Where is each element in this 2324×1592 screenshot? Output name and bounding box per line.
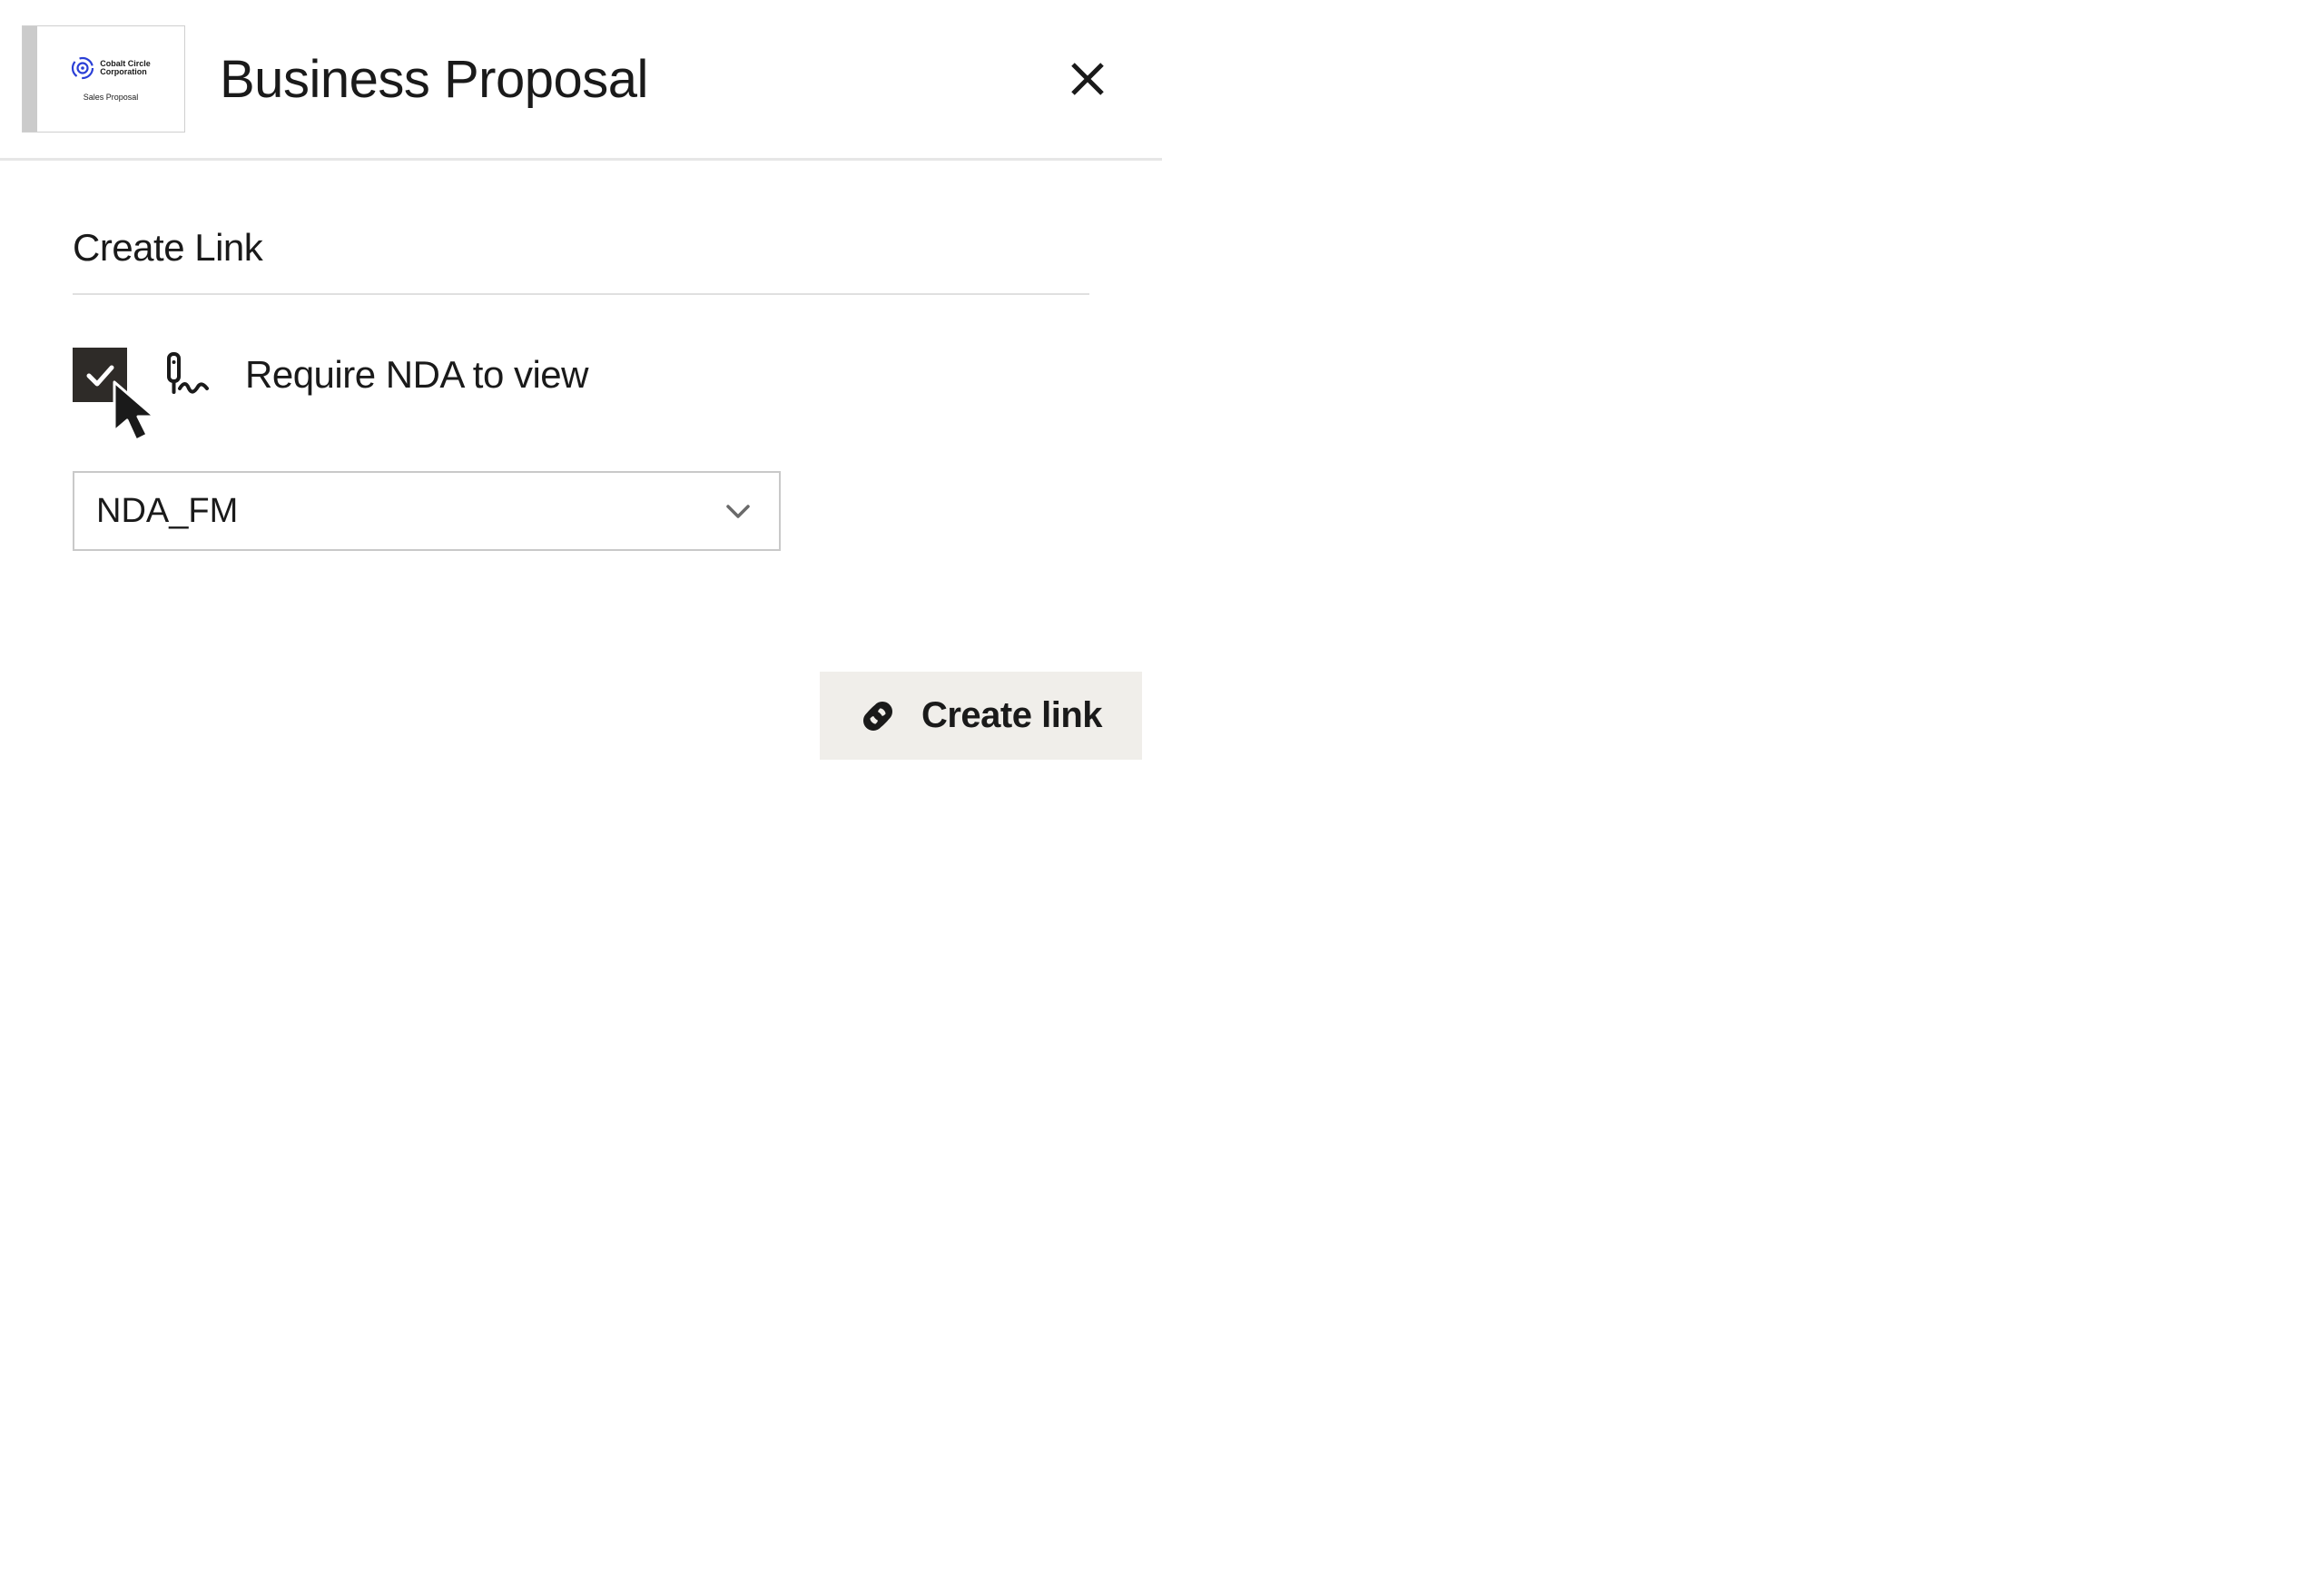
- close-button[interactable]: [1068, 59, 1108, 99]
- close-icon: [1068, 59, 1108, 99]
- chevron-down-icon: [724, 497, 752, 525]
- require-nda-row: Require NDA to view: [73, 348, 1089, 402]
- nda-select-value: NDA_FM: [96, 492, 238, 531]
- checkmark-icon: [82, 357, 118, 393]
- nda-select[interactable]: NDA_FM: [73, 471, 781, 551]
- create-link-label: Create link: [921, 695, 1102, 736]
- thumbnail-logo-line2: Corporation: [100, 67, 147, 76]
- dialog-body: Create Link Require NDA to view NDA_FM: [0, 161, 1162, 551]
- require-nda-checkbox[interactable]: [73, 348, 127, 402]
- section-title: Create Link: [73, 226, 1089, 295]
- dialog-title: Business Proposal: [220, 49, 648, 110]
- thumbnail-logo: Cobalt Circle Corporation: [71, 56, 151, 80]
- cobalt-circle-logo-icon: [71, 56, 94, 80]
- thumbnail-content: Cobalt Circle Corporation Sales Proposal: [37, 26, 184, 132]
- thumbnail-accent: [23, 26, 37, 132]
- signature-icon: [160, 349, 212, 401]
- link-icon: [860, 698, 896, 734]
- create-link-button[interactable]: Create link: [820, 672, 1142, 760]
- require-nda-label: Require NDA to view: [245, 353, 588, 397]
- dialog-header: Cobalt Circle Corporation Sales Proposal…: [0, 0, 1162, 161]
- thumbnail-logo-text: Cobalt Circle Corporation: [100, 60, 151, 77]
- document-thumbnail: Cobalt Circle Corporation Sales Proposal: [22, 25, 185, 133]
- thumbnail-subtitle: Sales Proposal: [84, 93, 139, 102]
